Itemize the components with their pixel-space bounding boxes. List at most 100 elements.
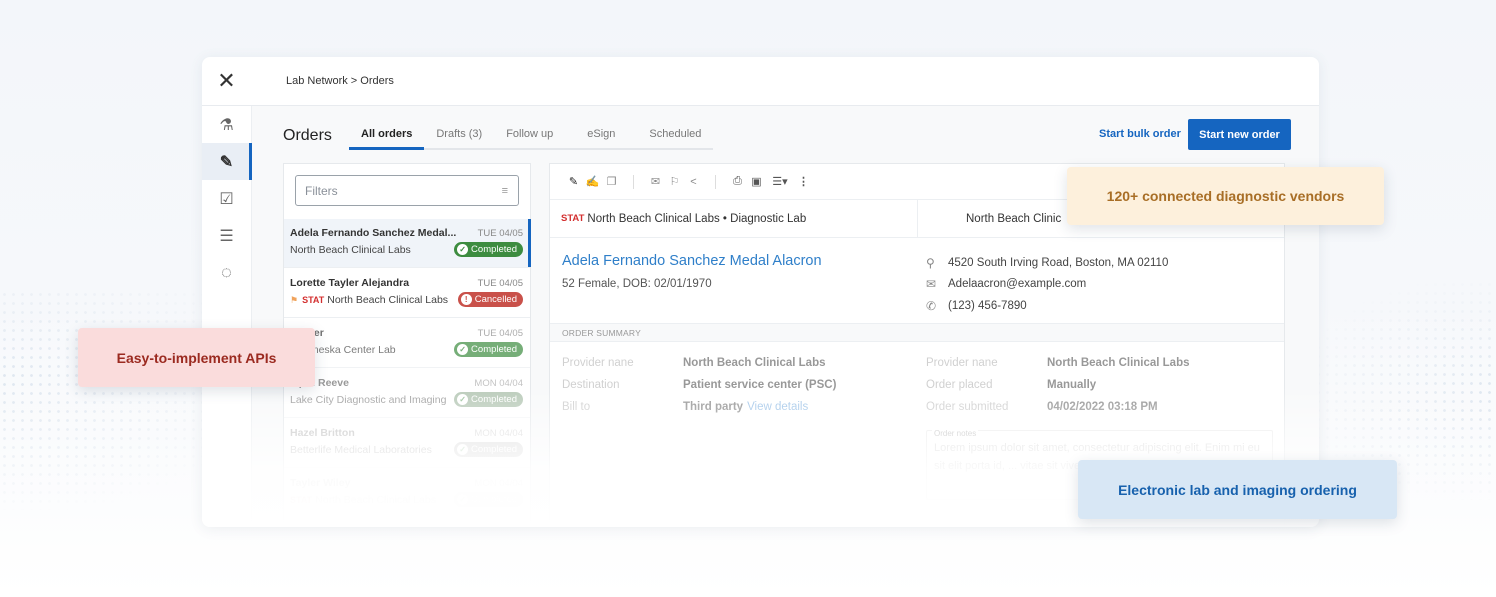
patient-card: Adela Fernando Sanchez Medal Alacron 52 …: [550, 238, 1284, 324]
order-list-item[interactable]: ...pril Reeve MON 04/04 Lake City Diagnos…: [284, 369, 530, 418]
stat-label: STAT: [561, 213, 585, 224]
tab-scheduled[interactable]: Scheduled: [637, 124, 713, 148]
flag-icon: ⚑: [290, 294, 299, 305]
summary-right: Provider nane North Beach Clinical Labs O…: [926, 352, 1190, 418]
copy-icon[interactable]: ❐: [602, 175, 621, 188]
mail-icon: ✉: [926, 277, 937, 292]
rail-item-orders[interactable]: ✎: [202, 143, 252, 180]
patient-address: 4520 South Irving Road, Boston, MA 02110: [948, 256, 1169, 269]
order-list-item[interactable]: ...esterTUE 04/05 ...Jameska Center Lab …: [284, 319, 530, 368]
status-badge: ✓ Completed: [454, 392, 523, 407]
view-details-link[interactable]: View details: [747, 401, 808, 413]
order-date: TUE 04/05: [477, 277, 523, 289]
check-circle-icon: ✓: [457, 444, 469, 455]
status-badge: ✓ Completed: [454, 442, 523, 457]
summary-value: North Beach Clinical Labs: [683, 357, 826, 369]
order-date: MON 04/04: [474, 377, 523, 389]
pencil-icon[interactable]: ✎: [564, 175, 583, 188]
toolbar-divider: [633, 174, 634, 189]
summary-value: Third party: [683, 401, 744, 413]
order-patient-name: Hazel Britton: [290, 427, 355, 439]
status-badge: ✓ Completed: [454, 492, 523, 507]
stat-label: STAT: [290, 494, 313, 505]
tab-follow-up[interactable]: Follow up: [494, 124, 565, 148]
sliders-icon: ☰: [219, 227, 234, 245]
phone-icon: ✆: [926, 298, 937, 313]
app-window: ✕ Lab Network > Orders ⚗ ✎ ☑ ☰ ◌ Orders …: [202, 57, 1319, 527]
order-list-item[interactable]: Lorette Tayler Alejandra TUE 04/05 ⚑ STAT N…: [284, 269, 530, 318]
summary-value: North Beach Clinical Labs: [1047, 357, 1190, 369]
rail-item-settings[interactable]: ☰: [202, 217, 251, 254]
order-notes-label: Order notes: [932, 425, 979, 443]
close-button[interactable]: ✕: [202, 57, 251, 106]
side-rail: ⚗ ✎ ☑ ☰ ◌: [202, 106, 252, 527]
progress-ring-icon: ◌: [221, 262, 232, 282]
mail-icon[interactable]: ✉: [646, 175, 665, 188]
lab-primary-name: North Beach Clinical Labs • Diagnostic L…: [587, 212, 807, 225]
order-list-item[interactable]: Adela Fernando Sanchez Medal... TUE 04/05…: [284, 219, 531, 268]
summary-label: Destination: [562, 379, 620, 391]
order-tabs: All orders Drafts (3) Follow up eSign Sc…: [349, 124, 714, 150]
breadcrumb: Lab Network > Orders: [286, 75, 394, 87]
callout-apis: Easy-to-implement APIs: [78, 328, 315, 387]
summary-value: Patient service center (PSC): [683, 379, 837, 391]
order-lab: North Beach Clinical Labs: [327, 293, 449, 306]
start-bulk-order-link[interactable]: Start bulk order: [1099, 128, 1181, 140]
page-title: Orders: [283, 127, 332, 144]
summary-left: Provider nane North Beach Clinical Labs D…: [562, 352, 836, 418]
summary-value: Manually: [1047, 379, 1097, 391]
filters-input[interactable]: Filters ≡: [295, 175, 519, 206]
status-badge: ! Cancelled: [457, 292, 523, 307]
order-summary-header: ORDER SUMMARY: [550, 324, 1284, 342]
summary-label: Order submitted: [926, 401, 1009, 413]
order-lab: North Beach Clinical Labs: [290, 243, 411, 256]
check-circle-icon: ✓: [457, 344, 469, 355]
order-lab: Lake City Diagnostic and Imaging: [290, 393, 447, 406]
callout-vendors: 120+ connected diagnostic vendors: [1067, 167, 1384, 225]
flag-icon[interactable]: ⚐: [665, 175, 684, 188]
alert-circle-icon: !: [460, 294, 472, 305]
tab-all-orders[interactable]: All orders: [349, 124, 425, 150]
layout-dropdown-icon[interactable]: ☰▾: [766, 175, 794, 188]
print-icon[interactable]: ⎙: [728, 175, 747, 188]
patient-email: Adelaacron@example.com: [948, 278, 1087, 291]
check-circle-icon: ✓: [457, 394, 469, 405]
order-list-item[interactable]: Hazel Britton MON 04/04 Betterlife Medica…: [284, 419, 530, 468]
summary-label: Order placed: [926, 379, 993, 391]
top-bar: ✕ Lab Network > Orders: [202, 57, 1319, 106]
toolbar-divider: [715, 174, 716, 189]
check-circle-icon: ✓: [457, 244, 469, 255]
summary-value: 04/02/2022 03:18 PM: [1047, 401, 1158, 413]
pdf-icon[interactable]: ▣: [747, 175, 766, 188]
order-date: MON 04/04: [474, 477, 523, 489]
check-circle-icon: ✓: [457, 494, 469, 505]
status-badge: ✓ Completed: [454, 342, 523, 357]
order-patient-name: Tayler Wiley: [290, 477, 351, 489]
tab-esign[interactable]: eSign: [565, 124, 637, 148]
summary-label: Provider nane: [926, 357, 998, 369]
callout-ordering: Electronic lab and imaging ordering: [1078, 460, 1397, 519]
checklist-icon: ☑: [219, 190, 234, 208]
order-edit-icon: ✎: [219, 153, 234, 171]
location-pin-icon: ⚲: [926, 255, 935, 270]
rail-item-lab[interactable]: ⚗: [202, 106, 251, 143]
status-badge: ✓ Completed: [454, 242, 523, 257]
order-lab: Betterlife Medical Laboratories: [290, 443, 432, 456]
order-date: MON 04/04: [474, 427, 523, 439]
summary-label: Provider nane: [562, 357, 634, 369]
tab-drafts[interactable]: Drafts (3): [424, 124, 494, 148]
patient-phone: (123) 456-7890: [948, 299, 1027, 312]
start-new-order-button[interactable]: Start new order: [1188, 119, 1291, 150]
rail-item-progress[interactable]: ◌: [202, 254, 251, 291]
rail-item-results[interactable]: ☑: [202, 180, 251, 217]
order-lab: North Beach Clinical Labs: [315, 493, 436, 506]
more-vert-icon[interactable]: ⋮: [794, 175, 813, 188]
patient-contact: ⚲ 4520 South Irving Road, Boston, MA 0211…: [926, 252, 1168, 317]
patient-demographics: 52 Female, DOB: 02/01/1970: [562, 278, 712, 290]
filter-icon: ≡: [501, 184, 508, 197]
patient-name[interactable]: Adela Fernando Sanchez Medal Alacron: [562, 253, 822, 269]
order-list-item[interactable]: Tayler Wiley MON 04/04 STAT North Beach Cl…: [284, 469, 530, 518]
sign-icon[interactable]: ✍: [583, 175, 602, 188]
lab-primary: STAT North Beach Clinical Labs • Diagnost…: [550, 200, 918, 237]
share-icon[interactable]: <: [684, 176, 703, 188]
